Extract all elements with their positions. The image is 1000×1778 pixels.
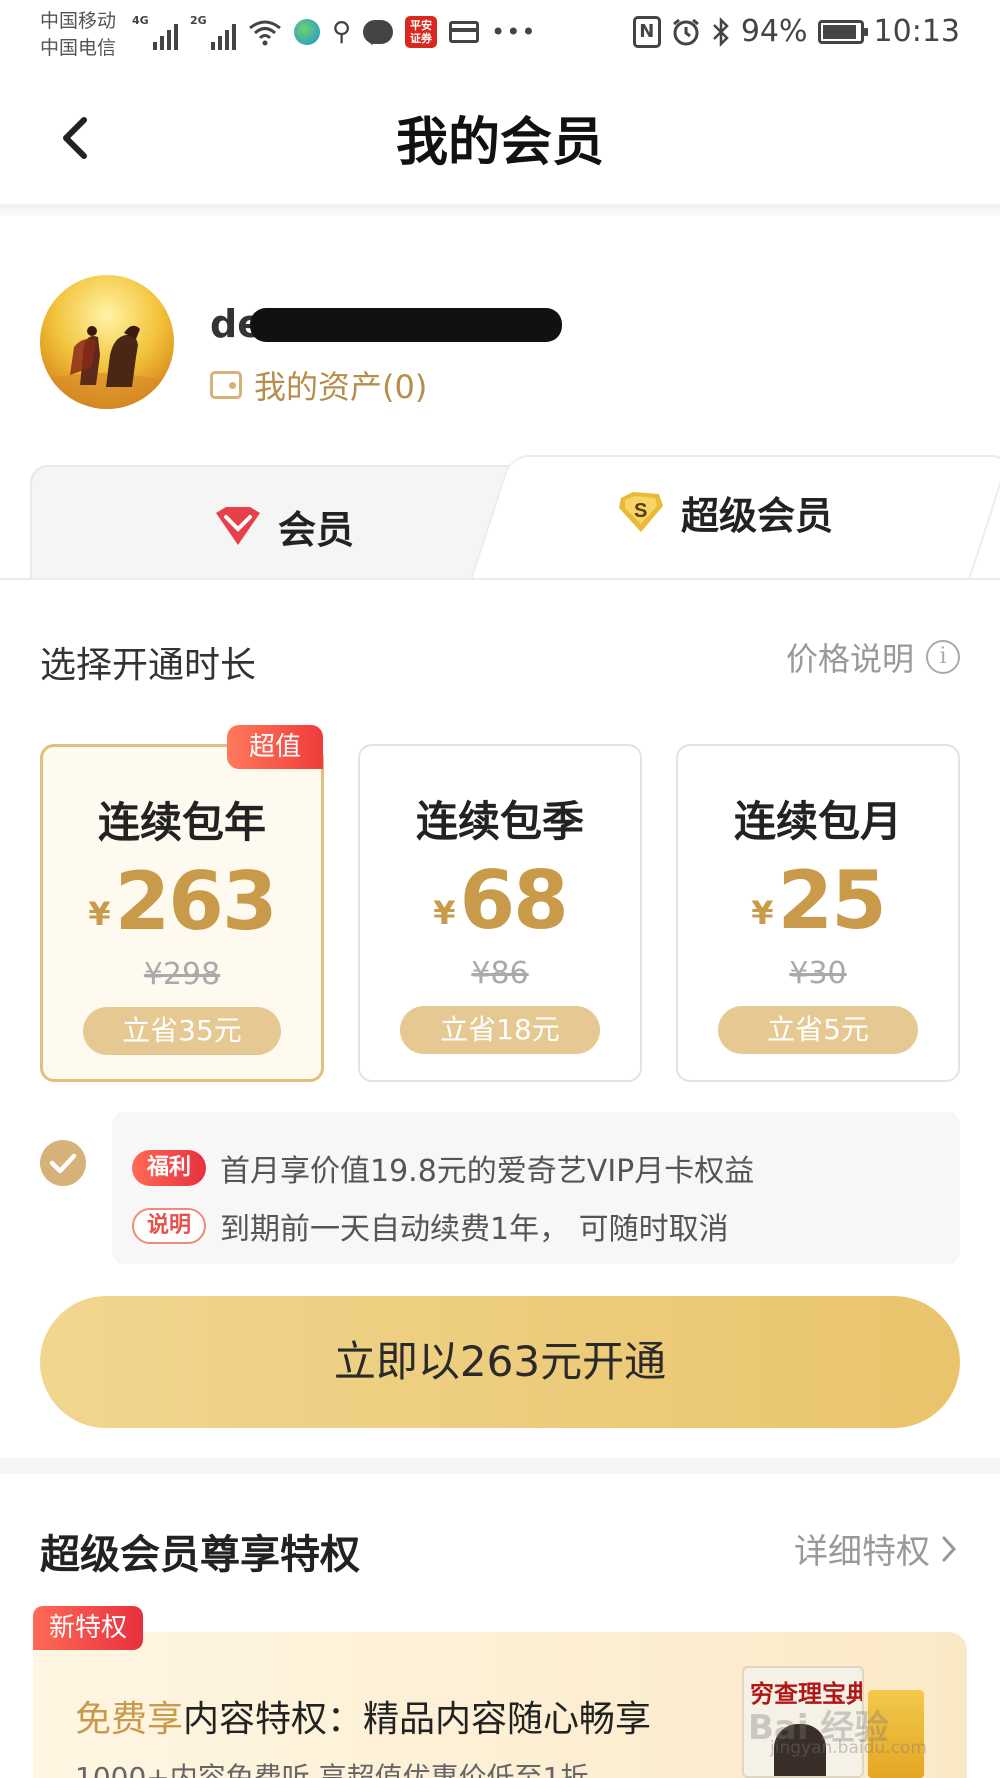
- benefit-badge: 福利: [132, 1150, 206, 1186]
- card-icon: [449, 21, 480, 43]
- plan-name: 连续包月: [733, 797, 902, 846]
- signal-icon: 2G: [190, 14, 236, 50]
- signal-icon: 4G: [132, 14, 178, 50]
- username-redaction: [250, 308, 562, 342]
- explain-text: 到期前一天自动续费1年， 可随时取消: [220, 1212, 729, 1247]
- currency-symbol: ¥: [88, 895, 111, 933]
- plan-savings-badge: 立省18元: [400, 1006, 600, 1054]
- benefit-note: 福利 首月享价值19.8元的爱奇艺VIP月卡权益: [132, 1146, 754, 1190]
- plan-original-price: ¥298: [143, 957, 221, 992]
- plan-price: ¥25: [678, 854, 958, 947]
- privilege-subline: 1000+内容免费听 享超值优惠价低至1折: [75, 1761, 589, 1778]
- price-info-link[interactable]: 价格说明 i: [786, 634, 960, 680]
- nav-divider: [0, 204, 1000, 216]
- plan-tag-badge: 超值: [227, 725, 323, 769]
- privilege-headline-text: 内容特权：精品内容随心畅享: [183, 1699, 652, 1740]
- price-info-label: 价格说明: [785, 640, 914, 678]
- wifi-icon: [249, 20, 281, 46]
- watermark-url: jingyan.baidu.com: [770, 1738, 927, 1758]
- clock: 10:13: [873, 14, 960, 49]
- plan-price-amount: 263: [114, 855, 278, 948]
- globe-icon: [294, 19, 320, 45]
- status-icons-left: 4G 2G ⚲ 平安证券 •••: [132, 14, 537, 50]
- status-icons-right: N 94% 10:13: [632, 14, 960, 49]
- plan-price-amount: 25: [777, 854, 886, 947]
- tab-super-member[interactable]: [470, 455, 1000, 580]
- bluetooth-icon: [712, 16, 729, 47]
- explain-badge: 说明: [132, 1208, 206, 1244]
- avatar-image: [40, 325, 174, 409]
- chat-icon: [363, 20, 394, 45]
- battery-icon: [817, 19, 868, 44]
- my-assets-link[interactable]: 我的资产(0): [210, 362, 427, 408]
- tab-divider: [0, 578, 1000, 580]
- nfc-icon: N: [632, 15, 661, 48]
- tab-member-label-group: 会员: [212, 499, 354, 554]
- plan-card-yearly[interactable]: 超值 连续包年 ¥263 ¥298 立省35元: [40, 725, 324, 1082]
- privileges-detail-label: 详细特权: [794, 1532, 930, 1572]
- my-assets-label: 我的资产(0): [254, 368, 428, 406]
- chevron-right-icon: [942, 1536, 957, 1561]
- check-icon: [49, 1153, 77, 1174]
- plan-card-quarterly[interactable]: 连续包季 ¥68 ¥86 立省18元: [358, 744, 642, 1082]
- benefit-text: 首月享价值19.8元的爱奇艺VIP月卡权益: [220, 1154, 755, 1189]
- plan-original-price: ¥86: [471, 956, 529, 991]
- section-divider: [0, 1458, 1000, 1474]
- plan-savings-badge: 立省35元: [83, 1007, 281, 1055]
- page-title: 我的会员: [395, 113, 604, 173]
- status-bar: 中国移动 中国电信 4G 2G ⚲ 平安证券 ••• N 94% 10:13: [0, 0, 1000, 70]
- privileges-detail-link[interactable]: 详细特权: [794, 1524, 960, 1573]
- plan-price: ¥68: [360, 854, 640, 947]
- explain-note: 说明 到期前一天自动续费1年， 可随时取消: [132, 1204, 729, 1248]
- plan-name: 连续包年: [97, 798, 266, 847]
- privilege-highlight: 免费享: [75, 1699, 184, 1740]
- alarm-icon: [672, 18, 699, 45]
- plan-card-monthly[interactable]: 连续包月 ¥25 ¥30 立省5元: [676, 744, 960, 1082]
- info-icon: i: [926, 640, 960, 674]
- network-type-1: 4G: [132, 14, 149, 27]
- carrier-1: 中国移动: [40, 10, 117, 32]
- plan-notes: 福利 首月享价值19.8元的爱奇艺VIP月卡权益 说明 到期前一天自动续费1年，…: [112, 1112, 960, 1264]
- usb-icon: ⚲: [332, 17, 352, 47]
- privileges-title: 超级会员尊享特权: [40, 1532, 360, 1578]
- network-type-2: 2G: [190, 14, 207, 27]
- wallet-icon: [210, 371, 242, 399]
- carrier-2: 中国电信: [40, 37, 117, 59]
- app-badge-icon: 平安证券: [405, 16, 438, 48]
- tab-member[interactable]: 会员: [30, 465, 530, 580]
- carrier-labels: 中国移动 中国电信: [40, 8, 116, 62]
- currency-symbol: ¥: [433, 894, 456, 932]
- membership-tabs: 会员 S 超级会员: [0, 455, 1000, 580]
- plan-price: ¥263: [43, 855, 321, 948]
- tab-member-label: 会员: [278, 508, 355, 552]
- subscribe-button[interactable]: 立即以263元开通: [40, 1296, 960, 1428]
- more-icon: •••: [491, 18, 537, 46]
- privilege-headline: 免费享内容特权：精品内容随心畅享: [75, 1690, 651, 1742]
- plan-savings-badge: 立省5元: [718, 1006, 918, 1054]
- new-privilege-tag: 新特权: [33, 1606, 143, 1650]
- nav-bar: 我的会员: [0, 70, 1000, 206]
- battery-percent: 94%: [740, 14, 808, 49]
- duration-title: 选择开通时长: [40, 645, 257, 686]
- plan-price-amount: 68: [459, 854, 568, 947]
- heart-diamond-icon: [216, 506, 260, 545]
- plan-name: 连续包季: [415, 797, 584, 846]
- agree-checkbox[interactable]: [40, 1140, 86, 1186]
- plan-original-price: ¥30: [789, 956, 847, 991]
- currency-symbol: ¥: [751, 894, 774, 932]
- avatar[interactable]: [40, 275, 174, 409]
